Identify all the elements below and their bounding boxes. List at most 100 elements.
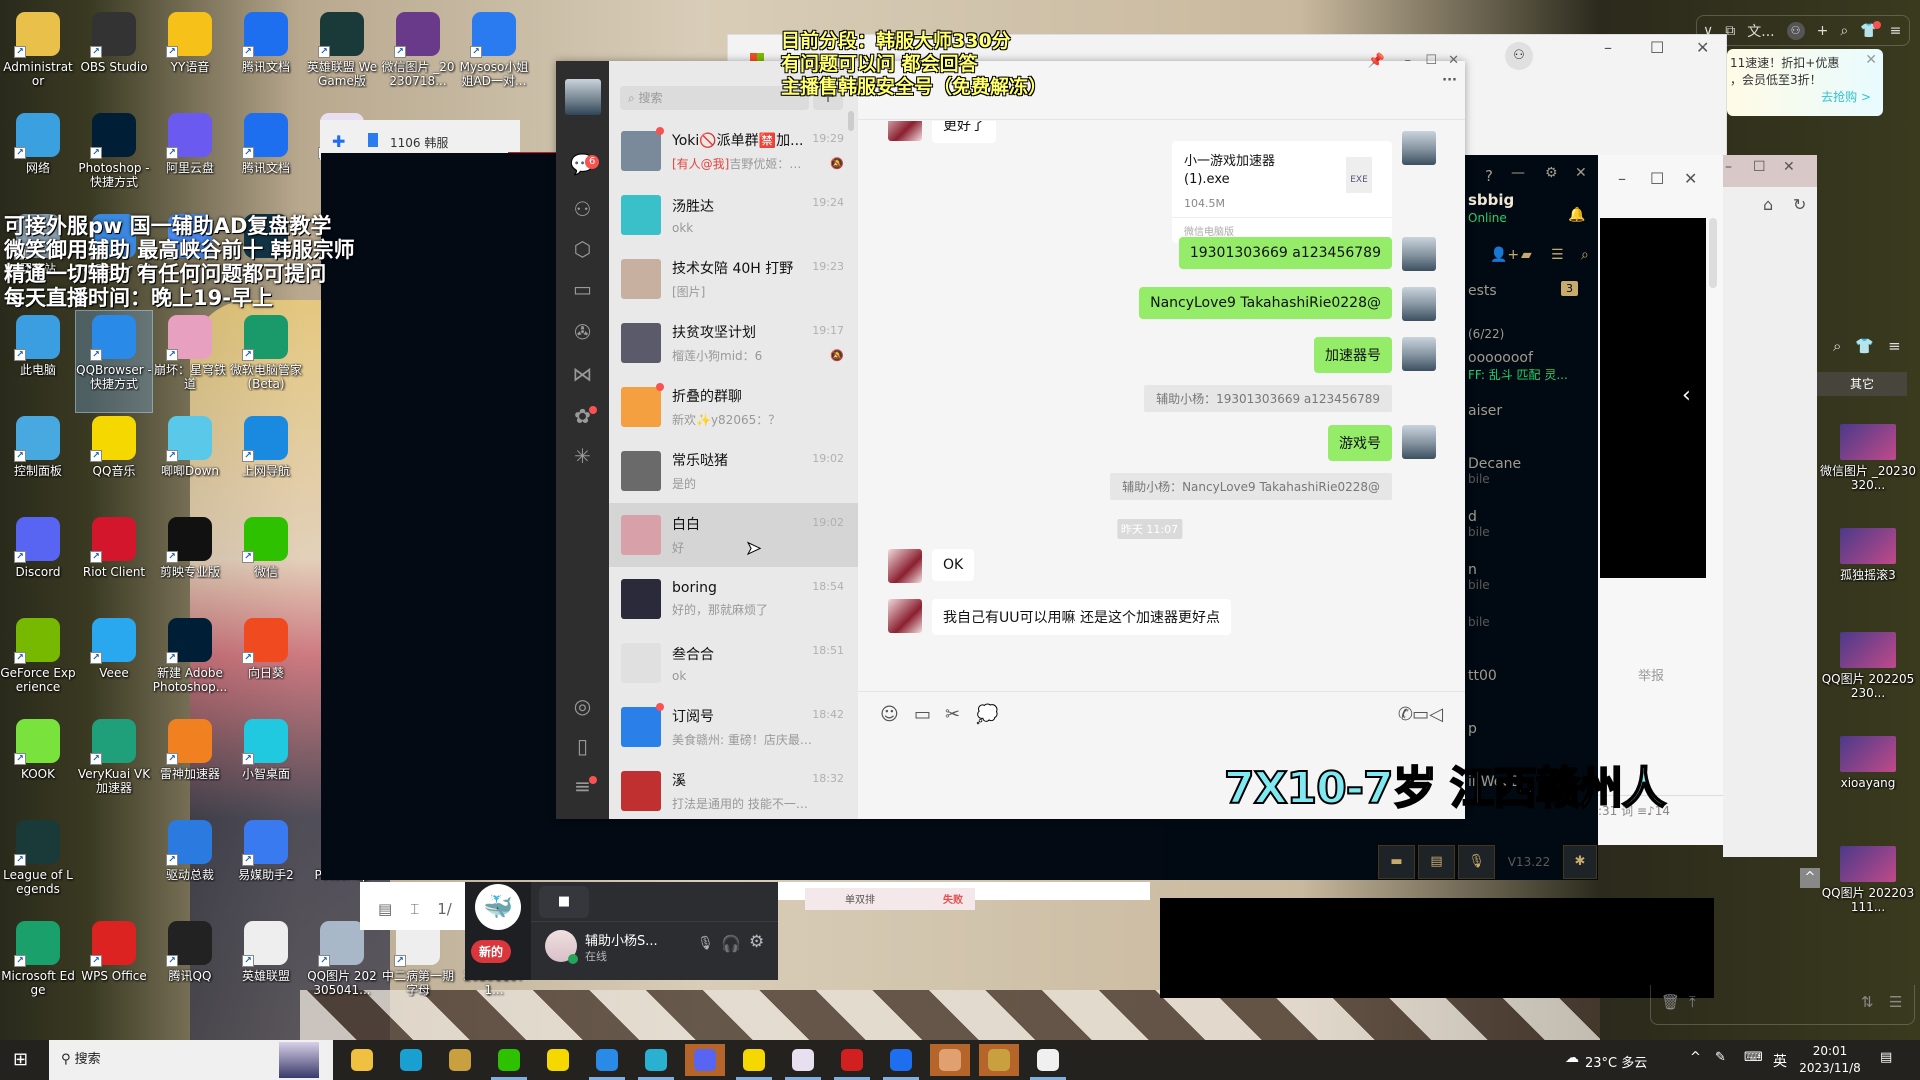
taskbar-search-input[interactable]: ⚲ 搜索 — [49, 1040, 333, 1080]
chat-list-item[interactable]: 常乐哒猪 是的 19:02 — [609, 439, 858, 503]
desktop-icon-nvidia[interactable]: ↗ GeForce Experience — [0, 614, 76, 715]
desktop-icon-qqbrowser[interactable]: ↗ QQBrowser - 快捷方式 — [75, 310, 153, 413]
moments-icon[interactable]: ✇ — [569, 319, 596, 346]
desktop-icon-image[interactable]: ↗ QQ图片 202305041... — [304, 917, 380, 1018]
friend-requests-label[interactable]: ests — [1468, 283, 1497, 299]
user-icon[interactable]: ⚇ — [1786, 21, 1805, 40]
desktop-icon-ie[interactable]: ↗ 上网导航 — [228, 412, 304, 513]
desktop-icon-text-file[interactable]: ↗ 中二病第一期字母 — [380, 917, 456, 1018]
minimize-button[interactable]: — — [1511, 165, 1525, 181]
desktop-icon-xiaozhi[interactable]: ↗ 小智桌面 — [228, 715, 304, 816]
desktop-icon-veee[interactable]: ↗ Veee — [76, 614, 152, 715]
chevron-left-icon[interactable]: ‹ — [1682, 383, 1691, 408]
desktop-icon-lol[interactable]: ↗ 英雄联盟 WeGame版 — [304, 8, 380, 109]
server-avatar-whale[interactable]: 🐳 — [475, 884, 521, 930]
close-icon[interactable]: ✕ — [1865, 52, 1877, 69]
file-icon[interactable]: ▭ — [914, 704, 931, 725]
desktop-icon-aliyun-drive[interactable]: ↗ 阿里云盘 — [152, 109, 228, 210]
desktop-icon-image[interactable]: 微信图片 _20230320... — [1818, 420, 1918, 524]
scrollbar[interactable] — [848, 111, 854, 131]
chevron-down-icon[interactable]: ∨ — [1703, 23, 1713, 39]
headphones-icon[interactable]: 🎧 — [721, 934, 741, 953]
channels-icon[interactable]: ⋈ — [569, 361, 596, 388]
help-icon[interactable]: ? — [1485, 167, 1493, 185]
taskbar-app-tencent-docs[interactable] — [881, 1044, 921, 1080]
my-avatar[interactable] — [1402, 287, 1436, 321]
close-button[interactable]: ✕ — [1783, 159, 1795, 175]
friend-entry[interactable]: n bile — [1468, 562, 1598, 615]
taskbar-app-qq-music[interactable] — [734, 1044, 774, 1080]
desktop-icon-sunlogin[interactable]: ↗ 向日葵 — [228, 614, 304, 715]
desktop-icon-word-doc[interactable]: ↗ Mysoso小姐姐AD一对... — [456, 8, 532, 109]
friend-group-count[interactable]: (6/22) — [1468, 327, 1504, 341]
camera-icon[interactable]: ■ — [539, 886, 589, 918]
desktop-icon-control-panel[interactable]: ↗ 控制面板 — [0, 412, 76, 513]
maximize-button[interactable]: ☐ — [1650, 169, 1664, 188]
voice-call-icon[interactable]: ✆ — [1398, 704, 1413, 725]
video-call-icon[interactable]: ▭◁ — [1412, 704, 1443, 725]
search-icon[interactable]: ⌕ — [1581, 247, 1589, 263]
desktop-icon-qq[interactable]: ↗ 腾讯QQ — [152, 917, 228, 1018]
minimize-button[interactable]: – — [1604, 38, 1612, 57]
desktop-icon-photoshop[interactable]: ↗ Photoshop - 快捷方式 — [76, 109, 152, 210]
desktop-icon-computer[interactable]: ↗ 此电脑 — [0, 311, 76, 412]
fit-width-icon[interactable]: ⌶ — [410, 900, 419, 918]
new-badge[interactable]: 新的 — [471, 940, 512, 963]
chat-list-item[interactable]: Yoki🚫派单群🈲加... [有人@我]吉野优姬：@... 19:29 🔕 — [609, 119, 858, 183]
more-options-button[interactable]: ··· — [1442, 73, 1457, 88]
pen-icon[interactable]: ✎ — [1715, 1050, 1726, 1065]
trash-icon[interactable]: 🗑 — [1661, 993, 1680, 1011]
skin-icon[interactable]: 👕 — [1855, 337, 1874, 365]
reload-icon[interactable]: ↻ — [1793, 195, 1806, 214]
desktop-icon-pc-manager[interactable]: ↗ 微软电脑管家 (Beta) — [228, 311, 304, 412]
desktop-icon-tencent-docs[interactable]: ↗ 腾讯文档 — [228, 109, 304, 210]
scroll-icon[interactable]: ▤ — [1418, 845, 1455, 879]
desktop-icon-verykuai[interactable]: ↗ VeryKuai VK加速器 — [76, 715, 152, 816]
chat-icon[interactable]: ▬ — [1378, 845, 1415, 879]
friend-entry[interactable]: bile — [1468, 615, 1598, 668]
tab-other[interactable]: 其它 — [1817, 372, 1907, 396]
top-stories-icon[interactable]: ✳ — [569, 443, 596, 470]
desktop-icon-kook[interactable]: ↗ KOOK — [0, 715, 76, 816]
desktop-icon-user-folder[interactable]: ↗ Administrator — [0, 8, 76, 109]
minimize-button[interactable]: – — [1618, 169, 1626, 188]
search-icon[interactable]: ⌕ — [1840, 23, 1848, 39]
settings-icon[interactable]: ⚙ — [1545, 165, 1558, 181]
friend-entry[interactable]: Decane bile — [1468, 456, 1598, 509]
taskbar-app-obs-circle[interactable] — [636, 1044, 676, 1080]
my-avatar[interactable] — [1402, 237, 1436, 271]
desktop-icon-yimei[interactable]: ↗ 易媒助手2 — [228, 816, 304, 917]
desktop-icon-image[interactable]: QQ图片 202203111... — [1818, 842, 1918, 946]
friend-entry[interactable]: aiser — [1468, 403, 1598, 456]
favorites-cube-icon[interactable]: ⬡ — [569, 236, 596, 263]
desktop-icon-tencent-docs[interactable]: ↗ 腾讯文档 — [228, 8, 304, 109]
input-method[interactable]: 英 — [1773, 1051, 1787, 1071]
home-icon[interactable]: ⌂ — [1763, 195, 1773, 214]
taskbar-app-wechat[interactable] — [489, 1044, 529, 1080]
microphone-icon[interactable]: 🎙 — [1458, 845, 1495, 879]
maximize-button[interactable]: ☐ — [1753, 159, 1766, 175]
list-icon[interactable]: ☰ — [1889, 993, 1902, 1011]
desktop-icon-lol[interactable]: ↗ League of Legends — [0, 816, 76, 917]
bug-report-icon[interactable]: ✱ — [1563, 845, 1597, 879]
desktop-icon-qqmusic[interactable]: ↗ QQ音乐 — [76, 412, 152, 513]
minimize-button[interactable]: – — [1725, 159, 1732, 175]
desktop-icon-image[interactable]: 孤独摇滚3 — [1818, 524, 1918, 628]
desktop-icon-psd-file[interactable]: ↗ 新建 Adobe Photoshop... — [152, 614, 228, 715]
report-link[interactable]: 举报 — [1638, 665, 1664, 684]
notification-icon[interactable]: ▤ — [1880, 1050, 1892, 1065]
close-button[interactable]: ✕ — [1684, 169, 1697, 188]
chat-list-item[interactable]: 扶贫攻坚计划 榴莲小狗mid：6 19:17 🔕 — [609, 311, 858, 375]
file-message[interactable]: 小一游戏加速器 (1).exe 104.5M EXE 微信电脑版 — [1172, 141, 1392, 243]
desktop-icon-discord[interactable]: ↗ Discord — [0, 513, 76, 614]
toolbar-tab[interactable]: 文... — [1747, 21, 1774, 41]
friend-entry[interactable]: tt00 — [1468, 668, 1598, 721]
pin-icon[interactable]: 📌 — [1368, 53, 1385, 69]
desktop-icon-image[interactable]: QQ图片 202205230... — [1818, 628, 1918, 732]
my-avatar[interactable] — [565, 79, 601, 115]
video-player[interactable]: ‹ — [1600, 218, 1706, 578]
clock[interactable]: 20:01 2023/11/8 — [1795, 1043, 1865, 1077]
chat-list-item[interactable]: 叁合合 ok 18:51 — [609, 631, 858, 695]
scrollbar[interactable] — [1709, 218, 1717, 288]
friend-entry[interactable]: ooooooof FF: 乱斗 匹配 灵... — [1468, 350, 1598, 403]
